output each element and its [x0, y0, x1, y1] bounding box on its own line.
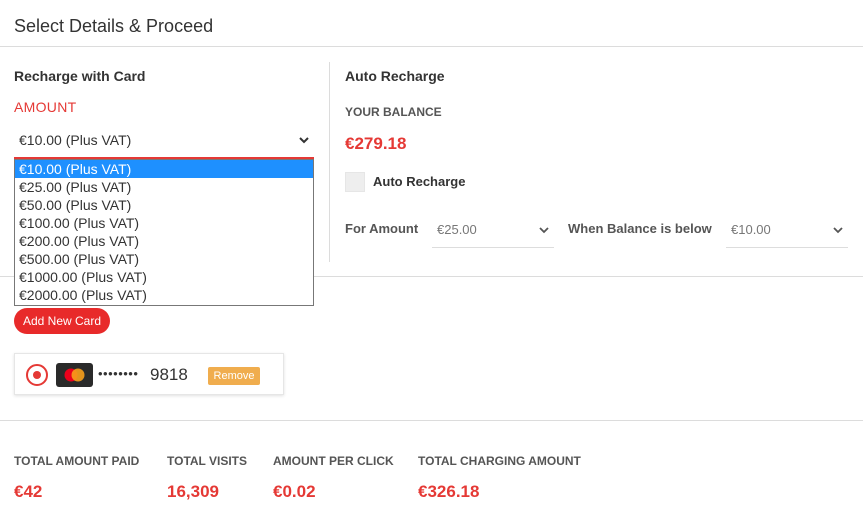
- chevron-down-icon: [298, 133, 310, 149]
- amount-option[interactable]: €50.00 (Plus VAT): [15, 196, 313, 214]
- header-divider: [0, 46, 863, 47]
- total-amount-paid-value: €42: [14, 482, 43, 501]
- auto-recharge-checkbox[interactable]: [345, 172, 365, 192]
- mastercard-icon: [56, 363, 93, 387]
- amount-select[interactable]: €10.00 (Plus VAT): [14, 124, 314, 156]
- for-amount-label: For Amount: [345, 221, 419, 236]
- total-charging-amount-value: €326.18: [418, 482, 480, 501]
- for-amount-select[interactable]: €25.00: [432, 212, 554, 248]
- stats-divider: [0, 420, 863, 421]
- amount-option[interactable]: €2000.00 (Plus VAT): [15, 286, 313, 304]
- amount-option[interactable]: €25.00 (Plus VAT): [15, 178, 313, 196]
- amount-select-value: €10.00 (Plus VAT): [19, 132, 132, 148]
- total-amount-paid-label: TOTAL AMOUNT PAID: [14, 454, 140, 468]
- page-title: Select Details & Proceed: [14, 16, 214, 36]
- for-amount-value: €25.00: [437, 222, 477, 237]
- chevron-down-icon: [832, 224, 844, 239]
- recharge-card-title: Recharge with Card: [14, 68, 146, 84]
- amount-per-click-value: €0.02: [273, 482, 316, 501]
- amount-option[interactable]: €100.00 (Plus VAT): [15, 214, 313, 232]
- amount-option[interactable]: €500.00 (Plus VAT): [15, 250, 313, 268]
- amount-dropdown-list[interactable]: €10.00 (Plus VAT) €25.00 (Plus VAT) €50.…: [14, 159, 314, 306]
- amount-option[interactable]: €10.00 (Plus VAT): [15, 160, 313, 178]
- total-visits-label: TOTAL VISITS: [167, 454, 248, 468]
- total-visits-value: 16,309: [167, 482, 219, 501]
- balance-below-label: When Balance is below: [568, 221, 712, 236]
- balance-below-select[interactable]: €10.00: [726, 212, 848, 248]
- remove-card-button[interactable]: Remove: [208, 367, 260, 385]
- column-divider: [329, 62, 330, 262]
- auto-recharge-title: Auto Recharge: [345, 68, 445, 84]
- amount-option[interactable]: €1000.00 (Plus VAT): [15, 268, 313, 286]
- balance-label: YOUR BALANCE: [345, 105, 442, 119]
- amount-per-click-label: AMOUNT PER CLICK: [273, 454, 394, 468]
- total-charging-amount-label: TOTAL CHARGING AMOUNT: [418, 454, 581, 468]
- balance-below-value: €10.00: [731, 222, 771, 237]
- card-number-masked: ••••••••: [98, 366, 139, 381]
- amount-option[interactable]: €200.00 (Plus VAT): [15, 232, 313, 250]
- add-new-card-button[interactable]: Add New Card: [14, 308, 110, 334]
- chevron-down-icon: [538, 224, 550, 239]
- card-last-four: 9818: [150, 365, 188, 384]
- balance-value: €279.18: [345, 134, 407, 153]
- card-radio-button[interactable]: [26, 364, 48, 386]
- amount-label: AMOUNT: [14, 99, 77, 115]
- saved-card[interactable]: •••••••• 9818 Remove: [14, 353, 284, 395]
- auto-recharge-checkbox-label: Auto Recharge: [373, 174, 466, 189]
